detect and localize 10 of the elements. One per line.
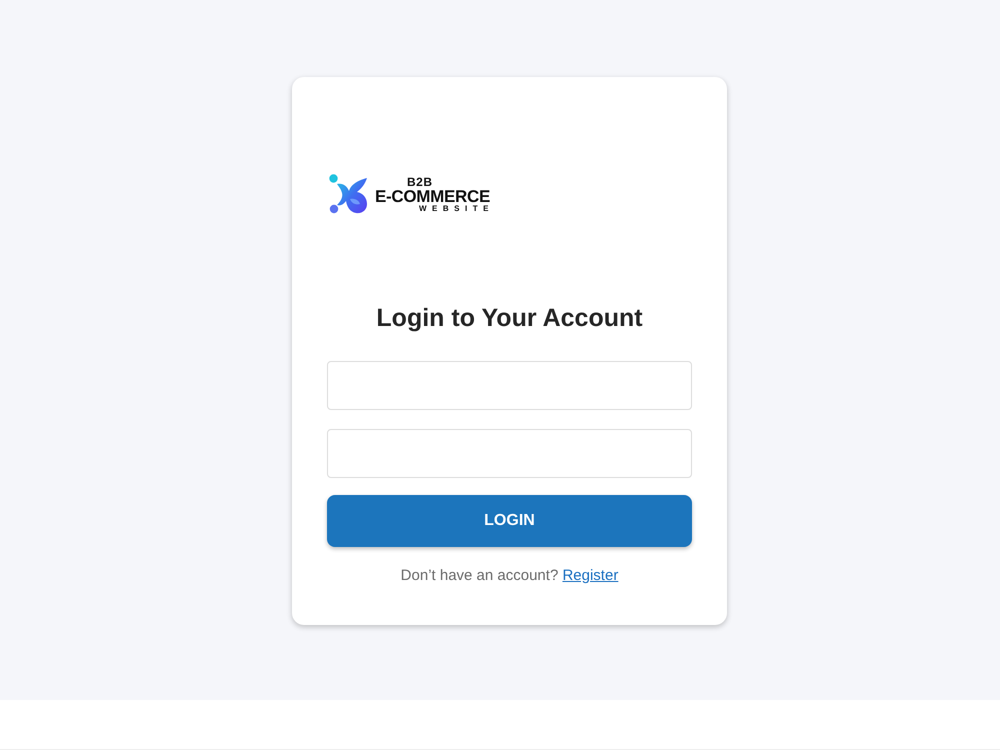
input-field[interactable] <box>327 361 692 410</box>
logo-text: E-COMMERCE <box>375 188 492 204</box>
login-title: Login to Your Account <box>375 303 644 333</box>
logo-text: B2B <box>407 176 434 188</box>
register-link[interactable]: Register <box>562 567 618 584</box>
logo-text: WEBSITE <box>419 204 494 212</box>
logo-icon <box>329 174 369 214</box>
login-button[interactable]: LOGIN <box>327 495 692 547</box>
register-prompt: Don’t have an account? Register <box>400 566 620 586</box>
input-field[interactable] <box>327 429 692 478</box>
